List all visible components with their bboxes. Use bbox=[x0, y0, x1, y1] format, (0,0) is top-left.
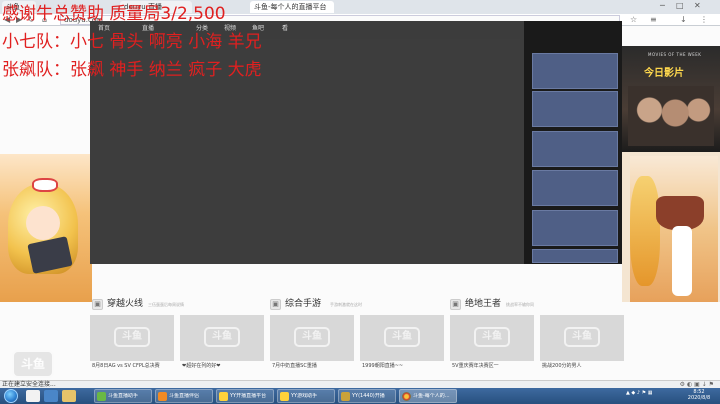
section-subtitle: 挑战率不输你同 bbox=[506, 302, 534, 307]
gift-tile[interactable] bbox=[532, 249, 618, 263]
douyu-logo-icon: 斗鱼 bbox=[294, 327, 330, 347]
clock-date: 2020/8/8 bbox=[687, 395, 711, 401]
section-icon: ▣ bbox=[270, 299, 281, 310]
nav-item[interactable]: 看 bbox=[282, 25, 288, 33]
section-header: ▣ 绝地王者 挑战率不输你同 bbox=[450, 298, 630, 312]
video-card[interactable]: 斗鱼 8月8日AG vs SV CFPL总决赛 bbox=[90, 315, 174, 373]
taskbar-item[interactable]: 斗鱼直播助手 bbox=[94, 389, 152, 403]
browser-status-bar: 正在建立安全连接... ⚙ ◐ ▣ ↓ ⚑ bbox=[0, 380, 720, 388]
anime-face bbox=[26, 206, 60, 240]
right-side-ads: MOVIES OF THE WEEK 今日影片 bbox=[622, 46, 720, 302]
video-caption[interactable]: 挑战200分的男人 bbox=[542, 363, 582, 370]
gift-tile[interactable] bbox=[532, 53, 618, 89]
taskbar-item-label: YY(1440)开播 bbox=[352, 393, 385, 399]
overlay-text-line: 感谢牛总赞助 质量局3/2,500 bbox=[2, 4, 226, 24]
app-icon bbox=[280, 392, 289, 401]
taskbar-item-label: YY游戏助手 bbox=[291, 393, 318, 399]
video-thumbnail[interactable]: 斗鱼 bbox=[360, 315, 444, 361]
gift-panel bbox=[524, 21, 622, 264]
quicklaunch-ie-icon[interactable] bbox=[26, 390, 40, 402]
anime-hair bbox=[630, 176, 660, 286]
star-icon[interactable]: ☆ bbox=[630, 15, 637, 25]
video-thumbnail[interactable]: 斗鱼 bbox=[270, 315, 354, 361]
taskbar-clock[interactable]: 8:52 2020/8/8 bbox=[682, 389, 716, 401]
maximize-icon[interactable]: □ bbox=[676, 1, 684, 11]
left-anime-art bbox=[0, 154, 92, 302]
taskbar-item[interactable]: 斗鱼直播伴侣 bbox=[155, 389, 213, 403]
gift-tile[interactable] bbox=[532, 210, 618, 246]
menu-icon[interactable]: ≡ bbox=[650, 15, 657, 25]
video-card[interactable]: 斗鱼 挑战200分的男人 bbox=[540, 315, 624, 373]
douyu-logo-icon: 斗鱼 bbox=[474, 327, 510, 347]
section-header: ▣ 综合手游 手游刺激就在这时 bbox=[270, 298, 450, 312]
section-title[interactable]: 综合手游 bbox=[285, 299, 321, 310]
taskbar-item-active[interactable]: 斗鱼-每个人的... bbox=[399, 389, 457, 403]
app-icon bbox=[158, 392, 167, 401]
video-thumbnail[interactable]: 斗鱼 bbox=[540, 315, 624, 361]
douyu-logo-icon: 斗鱼 bbox=[384, 327, 420, 347]
video-card[interactable]: 斗鱼 5V重庆赛年决赛区一 bbox=[450, 315, 534, 373]
video-caption[interactable]: 5V重庆赛年决赛区一 bbox=[452, 363, 499, 370]
tab-label: 斗鱼-每个人的直播平台 bbox=[254, 3, 327, 11]
app-icon bbox=[97, 392, 106, 401]
gift-tile[interactable] bbox=[532, 91, 618, 127]
video-caption[interactable]: 7月中奶直播SC重播 bbox=[272, 363, 317, 370]
douyu-logo-icon: 斗鱼 bbox=[204, 327, 240, 347]
quicklaunch-folder-icon[interactable] bbox=[62, 390, 76, 402]
browser-tab-active[interactable]: 斗鱼-每个人的直播平台 bbox=[250, 1, 334, 13]
taskbar-item[interactable]: YY开播直播平台 bbox=[216, 389, 274, 403]
section-icon: ▣ bbox=[92, 299, 103, 310]
extension-icon[interactable]: ⋮ bbox=[700, 15, 708, 25]
app-icon bbox=[219, 392, 228, 401]
video-card[interactable]: 斗鱼 7月中奶直播SC重播 bbox=[270, 315, 354, 373]
section-subtitle: 手游刺激就在这时 bbox=[330, 302, 362, 307]
anime-skirt bbox=[656, 196, 704, 230]
app-icon bbox=[341, 392, 350, 401]
douyu-watermark: 斗鱼 bbox=[12, 350, 54, 378]
windows-taskbar: 斗鱼直播助手 斗鱼直播伴侣 YY开播直播平台 YY游戏助手 YY(1440)开播… bbox=[0, 388, 720, 404]
right-anime-art bbox=[630, 156, 718, 302]
taskbar-item-label: YY开播直播平台 bbox=[230, 393, 267, 399]
download-icon[interactable]: ↓ bbox=[680, 15, 687, 25]
section-subtitle: 三伍蛋蛋后每周说情 bbox=[148, 302, 184, 307]
video-caption[interactable]: ❤超好在列的好❤ bbox=[182, 363, 220, 370]
taskbar-item[interactable]: YY游戏助手 bbox=[277, 389, 335, 403]
movie-poster[interactable]: MOVIES OF THE WEEK 今日影片 bbox=[622, 46, 720, 152]
douyu-logo-icon: 斗鱼 bbox=[114, 327, 150, 347]
anime-legs bbox=[672, 226, 692, 296]
gift-tile[interactable] bbox=[532, 131, 618, 167]
movie-poster-sub: MOVIES OF THE WEEK bbox=[648, 52, 702, 57]
movie-poster-title: 今日影片 bbox=[644, 68, 684, 79]
quicklaunch-media-icon[interactable] bbox=[44, 390, 58, 402]
minimize-icon[interactable]: ─ bbox=[660, 1, 665, 11]
taskbar-item-label: 斗鱼直播助手 bbox=[108, 393, 139, 399]
video-caption[interactable]: 1999朝阳直播~~ bbox=[362, 363, 403, 370]
taskbar-item-label: 斗鱼-每个人的... bbox=[413, 393, 450, 399]
taskbar-item[interactable]: YY(1440)开播 bbox=[338, 389, 396, 403]
section-title[interactable]: 绝地王者 bbox=[465, 299, 501, 310]
video-thumbnail[interactable]: 斗鱼 bbox=[90, 315, 174, 361]
movie-poster-image bbox=[628, 86, 714, 146]
taskbar-item-label: 斗鱼直播伴侣 bbox=[169, 393, 200, 399]
video-card[interactable]: 斗鱼 1999朝阳直播~~ bbox=[360, 315, 444, 373]
overlay-text-line: 张飙队：张飙 神手 纳兰 疯子 大虎 bbox=[2, 60, 262, 80]
system-tray[interactable]: ▲ ◆ ♪ ⚑ ▦ bbox=[626, 390, 652, 396]
douyu-logo-icon: 斗鱼 bbox=[564, 327, 600, 347]
chrome-icon bbox=[402, 392, 411, 401]
video-thumbnail[interactable]: 斗鱼 bbox=[450, 315, 534, 361]
section-icon: ▣ bbox=[450, 299, 461, 310]
anime-bow bbox=[32, 178, 58, 192]
video-card[interactable]: 斗鱼 ❤超好在列的好❤ bbox=[180, 315, 264, 373]
video-caption[interactable]: 8月8日AG vs SV CFPL总决赛 bbox=[92, 363, 160, 370]
section-header: ▣ 穿越火线 三伍蛋蛋后每周说情 bbox=[92, 298, 272, 312]
overlay-text-line: 小七队：小七 骨头 啊亮 小海 羊兄 bbox=[2, 32, 262, 52]
section-title[interactable]: 穿越火线 bbox=[107, 299, 143, 310]
gift-tile[interactable] bbox=[532, 170, 618, 206]
close-icon[interactable]: ✕ bbox=[694, 1, 701, 11]
video-thumbnail[interactable]: 斗鱼 bbox=[180, 315, 264, 361]
start-button-icon[interactable] bbox=[4, 389, 18, 403]
